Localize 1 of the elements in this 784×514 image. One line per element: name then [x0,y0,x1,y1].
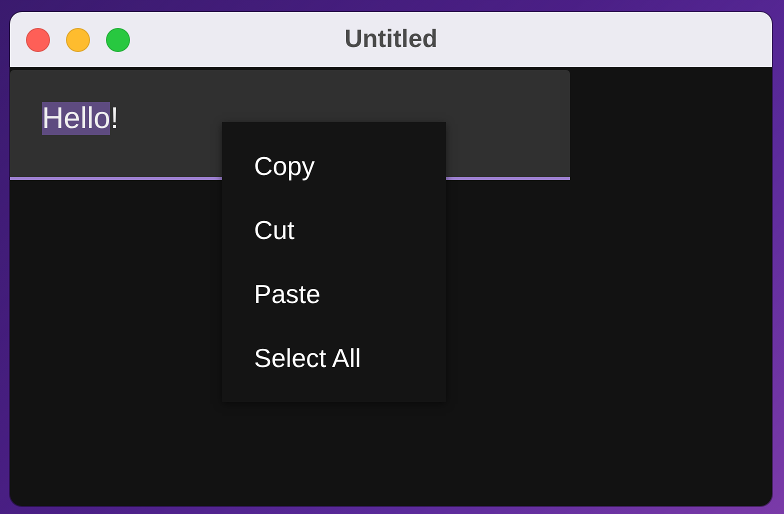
window-title: Untitled [344,25,438,54]
